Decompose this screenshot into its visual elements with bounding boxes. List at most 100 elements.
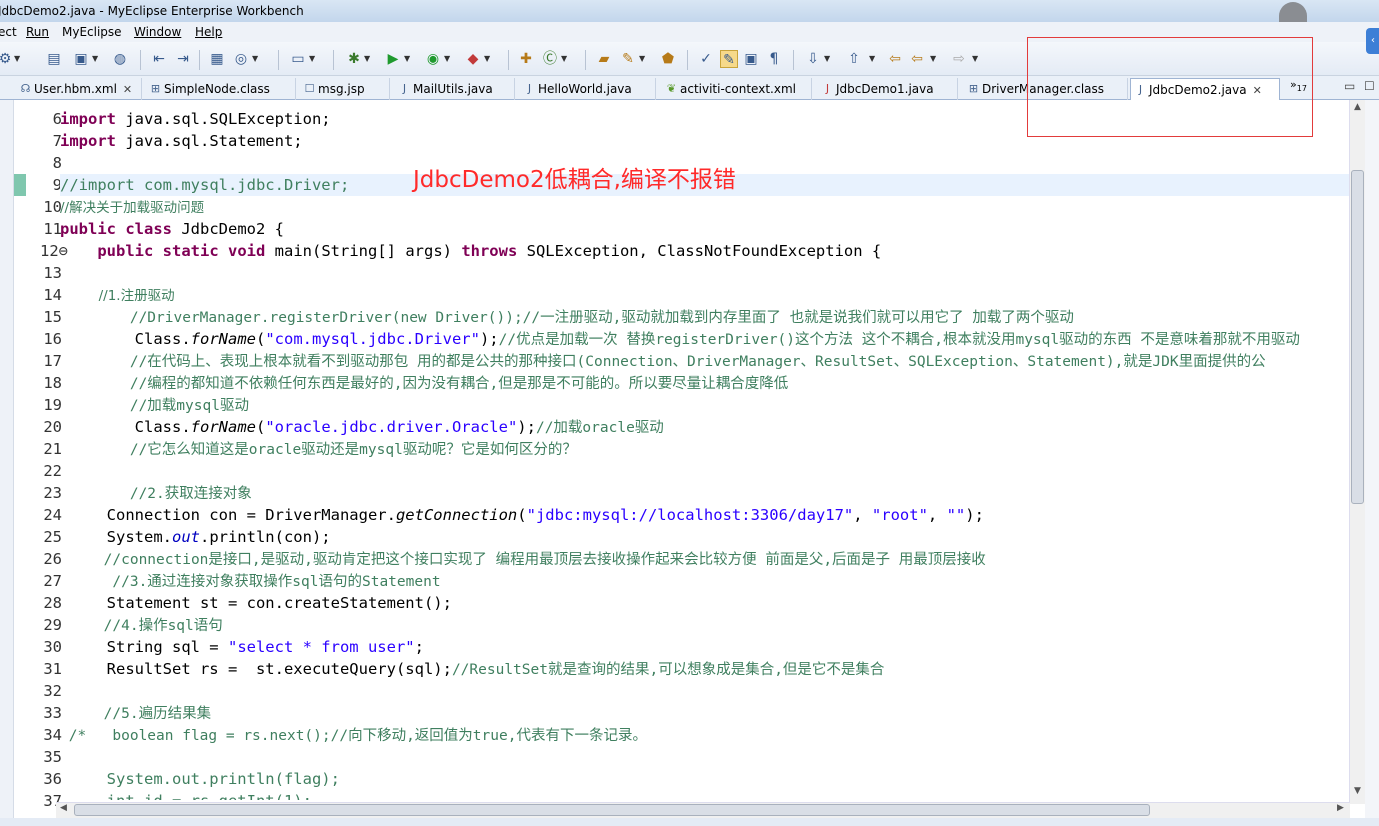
menu-myeclipse[interactable]: MyEclipse [62,22,122,42]
new-wizard-icon[interactable]: ▣ [72,50,90,68]
back-icon[interactable]: ⇦ [908,50,926,68]
open-type-icon[interactable]: ▦ [208,50,226,68]
block-select-icon[interactable]: ▣ [742,50,760,68]
new-wizard-icon[interactable]: ▤ [45,50,63,68]
line-number: 13 [43,264,62,282]
line-number: 24 [43,506,62,524]
chevron-down-icon[interactable]: ▼ [824,50,832,68]
comment: int id = rs.getInt(1); [60,792,312,800]
menu-window[interactable]: Window [134,22,181,42]
java-file-icon: J [527,82,532,95]
perspective-toggle-icon[interactable]: ‹ [1366,28,1379,54]
chevron-down-icon[interactable]: ▼ [404,50,412,68]
comment: //1.注册驱动 [60,288,175,304]
chevron-down-icon[interactable]: ▼ [364,50,372,68]
open-perspective-icon[interactable]: ⬟ [659,50,677,68]
maximize-icon[interactable]: ☐ [1364,79,1375,93]
line-number: 17 [43,352,62,370]
scroll-down-icon[interactable]: ▼ [1351,786,1364,800]
coverage-icon[interactable]: ◆ [464,50,482,68]
comment: //connection是接口,是驱动,驱动肯定把这个接口实现了 编程用最顶层去… [60,552,986,568]
tab-label: JdbcDemo1.java [836,82,934,96]
comment: import com.mysql.jdbc.Driver; [78,176,350,194]
line-number: 28 [43,594,62,612]
scroll-left-icon[interactable]: ◀ [60,803,67,813]
server-icon[interactable]: ◎ [232,50,250,68]
next-annotation-icon[interactable]: ⇧ [845,50,863,68]
forward-doc-icon[interactable]: ⇥ [174,50,192,68]
menu-help[interactable]: Help [195,22,222,42]
chevron-down-icon[interactable]: ▼ [444,50,452,68]
tab-mailutils-java[interactable]: J MailUtils.java [395,78,515,100]
chevron-down-icon[interactable]: ▼ [639,50,647,68]
vertical-scroll-thumb[interactable] [1351,170,1364,504]
run-icon[interactable]: ▶ [384,50,402,68]
mark-occurrences-icon[interactable]: ✎ [720,50,738,68]
chevron-down-icon[interactable]: ▼ [869,50,877,68]
new-class-icon[interactable]: ✚ [517,50,535,68]
code-line: //它怎么知道这是oracle驱动还是mysql驱动呢？它是如何区分的？ [60,438,1350,460]
code-text: .println(con); [199,528,331,546]
toolbar-separator [199,50,200,70]
chevron-down-icon[interactable]: ▼ [972,50,980,68]
code-text: Class. [60,418,191,436]
tab-user-hbm-xml[interactable]: ☊ User.hbm.xml ✕ [16,78,142,100]
chevron-down-icon[interactable]: ▼ [484,50,492,68]
scroll-right-icon[interactable]: ▶ [1337,803,1344,813]
menu-project[interactable]: ect [0,22,17,42]
chevron-down-icon[interactable]: ▼ [92,50,100,68]
scroll-up-icon[interactable]: ▲ [1351,102,1364,116]
line-number: 7 [52,132,62,150]
keyword: throws [461,242,518,260]
code-text-area[interactable]: import java.sql.SQLException; import jav… [60,100,1350,800]
tab-label: User.hbm.xml [34,82,117,96]
globe-icon[interactable]: ◍ [111,50,129,68]
debug-icon[interactable]: ✱ [345,50,363,68]
line-number: 25 [43,528,62,546]
tab-helloworld-java[interactable]: J HelloWorld.java [520,78,656,100]
code-editor[interactable]: 6 7 8 9 10 11 12⊖ 13 14 15 16 17 18 19 2… [0,100,1379,826]
chevron-down-icon[interactable]: ▼ [14,50,22,68]
forward-icon[interactable]: ⇨ [950,50,968,68]
code-line: /* boolean flag = rs.next();//向下移动,返回值为t… [60,724,1350,746]
line-number: 36 [43,770,62,788]
code-text: , [927,506,947,524]
new-package-icon[interactable]: Ⓒ [541,50,559,68]
code-line: //1.注册驱动 [60,284,1350,306]
spring-file-icon: ❦ [666,82,677,95]
pin-icon[interactable]: ✎ [619,50,637,68]
run-external-icon[interactable]: ◉ [424,50,442,68]
tab-msg-jsp[interactable]: ☐ msg.jsp [300,78,390,100]
chevron-down-icon[interactable]: ▼ [930,50,938,68]
line-number: 30 [43,638,62,656]
line-number: 21 [43,440,62,458]
minimize-icon[interactable]: ▭ [1344,79,1355,93]
horizontal-scroll-thumb[interactable] [74,804,1150,816]
tab-label: MailUtils.java [413,82,493,96]
line-number: 18 [43,374,62,392]
tab-activiti-context-xml[interactable]: ❦ activiti-context.xml [662,78,812,100]
chevron-down-icon[interactable]: ▼ [309,50,317,68]
last-edit-icon[interactable]: ⇦ [886,50,904,68]
prev-annotation-icon[interactable]: ⇩ [804,50,822,68]
ant-icon[interactable]: ⚙ [0,50,14,68]
show-whitespace-icon[interactable]: ¶ [765,50,783,68]
monitor-icon[interactable]: ▭ [289,50,307,68]
comment: //加载oracle驱动 [535,420,664,436]
comment: //3.通过连接对象获取操作sql语句的Statement [60,574,441,590]
tab-simplenode-class[interactable]: ⊞ SimpleNode.class [146,78,296,100]
chevron-down-icon[interactable]: ▼ [252,50,260,68]
overview-ruler [1365,100,1379,826]
line-number: 35 [43,748,62,766]
chevron-down-icon[interactable]: ▼ [561,50,569,68]
tab-jdbcdemo1-java[interactable]: J JdbcDemo1.java [818,78,958,100]
avatar [1279,2,1307,22]
code-text: java.sql.SQLException; [116,110,331,128]
menu-run[interactable]: Run [26,22,49,42]
open-folder-icon[interactable]: ▰ [595,50,613,68]
task-icon[interactable]: ✓ [697,50,715,68]
close-icon[interactable]: ✕ [123,83,132,96]
back-doc-icon[interactable]: ⇤ [150,50,168,68]
code-text: ( [255,330,266,348]
code-text: SQLException, ClassNotFoundException { [517,242,882,260]
